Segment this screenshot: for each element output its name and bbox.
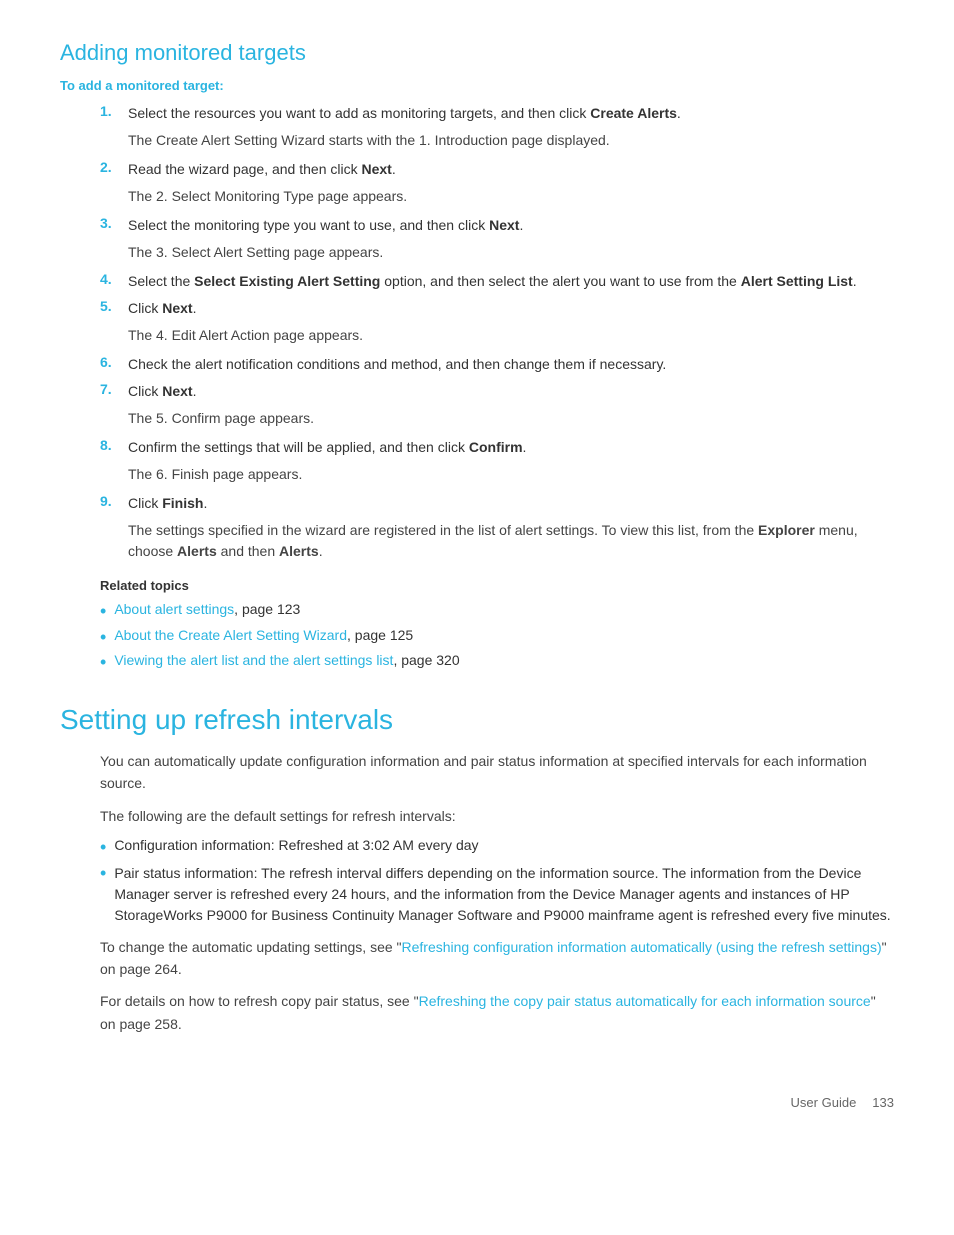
section2-title: Setting up refresh intervals — [60, 704, 894, 736]
steps-list-9: 9. Click Finish. — [100, 493, 894, 514]
viewing-alert-list-link[interactable]: Viewing the alert list and the alert set… — [114, 652, 393, 668]
step-6-num: 6. — [100, 354, 122, 370]
steps-list-7: 7. Click Next. — [100, 381, 894, 402]
step-8-num: 8. — [100, 437, 122, 453]
bullet-icon-2: • — [100, 627, 106, 649]
step-3: 3. Select the monitoring type you want t… — [100, 215, 894, 236]
steps-list-6: 6. Check the alert notification conditio… — [100, 354, 894, 375]
refresh-bullets: • Configuration information: Refreshed a… — [100, 837, 894, 926]
step-4: 4. Select the Select Existing Alert Sett… — [100, 271, 894, 292]
step-9: 9. Click Finish. — [100, 493, 894, 514]
section1-title: Adding monitored targets — [60, 40, 894, 66]
steps-list-2: 2. Read the wizard page, and then click … — [100, 159, 894, 180]
section2-intro: You can automatically update configurati… — [100, 750, 894, 795]
related-link-1-text: About alert settings, page 123 — [114, 601, 300, 617]
refresh-bullet-icon-2: • — [100, 863, 106, 885]
step-9-num: 9. — [100, 493, 122, 509]
steps-list-8: 8. Confirm the settings that will be app… — [100, 437, 894, 458]
refreshing-config-link[interactable]: Refreshing configuration information aut… — [402, 939, 882, 955]
related-topics-list: • About alert settings, page 123 • About… — [100, 601, 894, 674]
section1-subtitle: To add a monitored target: — [60, 78, 894, 93]
refresh-bullet-icon-1: • — [100, 837, 106, 859]
bullet-icon-1: • — [100, 601, 106, 623]
related-link-1: • About alert settings, page 123 — [100, 601, 894, 623]
refresh-bullet-2-text: Pair status information: The refresh int… — [114, 863, 894, 926]
refresh-bullet-2: • Pair status information: The refresh i… — [100, 863, 894, 926]
related-link-3: • Viewing the alert list and the alert s… — [100, 652, 894, 674]
footer-page: 133 — [872, 1095, 894, 1110]
related-link-2-text: About the Create Alert Setting Wizard, p… — [114, 627, 413, 643]
step-4-text: Select the Select Existing Alert Setting… — [128, 271, 857, 292]
about-create-alert-link[interactable]: About the Create Alert Setting Wizard — [114, 627, 347, 643]
related-link-2: • About the Create Alert Setting Wizard,… — [100, 627, 894, 649]
refresh-bullet-1: • Configuration information: Refreshed a… — [100, 837, 894, 859]
step-5-num: 5. — [100, 298, 122, 314]
step-3-subtext: The 3. Select Alert Setting page appears… — [128, 242, 894, 263]
section-setting-up-refresh: Setting up refresh intervals You can aut… — [60, 704, 894, 1035]
step-5-subtext: The 4. Edit Alert Action page appears. — [128, 325, 894, 346]
step-1-subtext: The Create Alert Setting Wizard starts w… — [128, 130, 894, 151]
step-7: 7. Click Next. — [100, 381, 894, 402]
footer-label: User Guide — [791, 1095, 857, 1110]
section2-para3: To change the automatic updating setting… — [100, 936, 894, 981]
step-8-text: Confirm the settings that will be applie… — [128, 437, 526, 458]
page-footer: User Guide 133 — [60, 1095, 894, 1110]
steps-list: 1. Select the resources you want to add … — [100, 103, 894, 124]
step-9-subtext: The settings specified in the wizard are… — [128, 520, 894, 562]
about-alert-settings-link[interactable]: About alert settings — [114, 601, 234, 617]
step-3-num: 3. — [100, 215, 122, 231]
related-link-3-text: Viewing the alert list and the alert set… — [114, 652, 459, 668]
section2-para4: For details on how to refresh copy pair … — [100, 990, 894, 1035]
step-8: 8. Confirm the settings that will be app… — [100, 437, 894, 458]
section2-para2: The following are the default settings f… — [100, 805, 894, 827]
step-7-text: Click Next. — [128, 381, 196, 402]
step-1-num: 1. — [100, 103, 122, 119]
step-7-subtext: The 5. Confirm page appears. — [128, 408, 894, 429]
steps-list-4: 4. Select the Select Existing Alert Sett… — [100, 271, 894, 292]
step-6-text: Check the alert notification conditions … — [128, 354, 666, 375]
step-5-text: Click Next. — [128, 298, 196, 319]
step-4-num: 4. — [100, 271, 122, 287]
steps-list-5: 5. Click Next. — [100, 298, 894, 319]
step-2-text: Read the wizard page, and then click Nex… — [128, 159, 396, 180]
related-topics-title: Related topics — [100, 578, 894, 593]
steps-list-3: 3. Select the monitoring type you want t… — [100, 215, 894, 236]
step-2-subtext: The 2. Select Monitoring Type page appea… — [128, 186, 894, 207]
step-2-num: 2. — [100, 159, 122, 175]
bullet-icon-3: • — [100, 652, 106, 674]
step-8-subtext: The 6. Finish page appears. — [128, 464, 894, 485]
step-1: 1. Select the resources you want to add … — [100, 103, 894, 124]
step-7-num: 7. — [100, 381, 122, 397]
section-adding-monitored-targets: Adding monitored targets To add a monito… — [60, 40, 894, 674]
step-6: 6. Check the alert notification conditio… — [100, 354, 894, 375]
refreshing-copy-pair-link[interactable]: Refreshing the copy pair status automati… — [419, 993, 871, 1009]
step-3-text: Select the monitoring type you want to u… — [128, 215, 523, 236]
step-9-text: Click Finish. — [128, 493, 207, 514]
step-2: 2. Read the wizard page, and then click … — [100, 159, 894, 180]
refresh-bullet-1-text: Configuration information: Refreshed at … — [114, 837, 478, 853]
step-5: 5. Click Next. — [100, 298, 894, 319]
step-1-text: Select the resources you want to add as … — [128, 103, 681, 124]
